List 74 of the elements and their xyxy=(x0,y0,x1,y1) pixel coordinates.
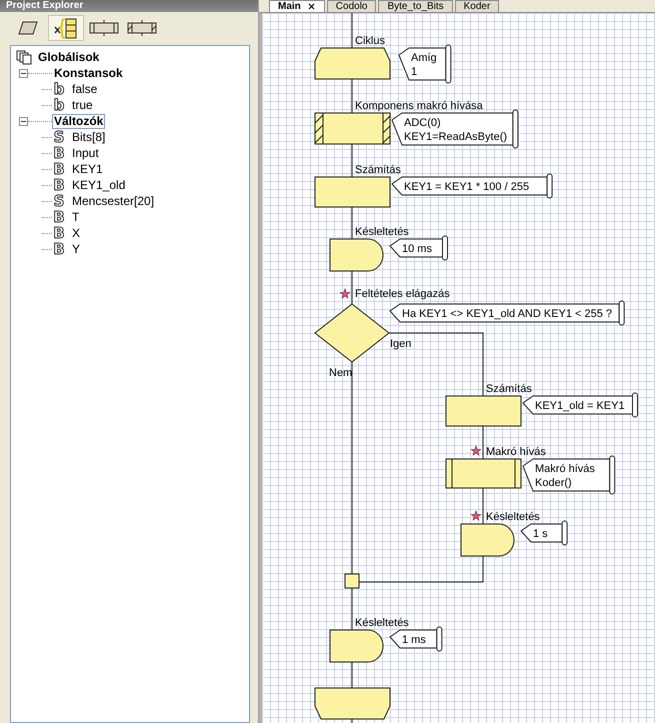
comment-text: 10 ms xyxy=(402,243,432,255)
tree-item[interactable]: KEY1 xyxy=(70,162,105,176)
comment-text: ADC(0) xyxy=(404,117,441,129)
tree-item[interactable]: false xyxy=(70,82,100,96)
comment-text: 1 s xyxy=(533,528,548,540)
calculation-block[interactable] xyxy=(446,396,522,426)
editor-tab[interactable]: Codolo xyxy=(326,0,376,12)
comment-callout xyxy=(389,236,448,260)
yes-label: Igen xyxy=(390,338,412,350)
explorer-tab[interactable] xyxy=(48,15,84,41)
comment-text: 1 ms xyxy=(402,634,426,646)
type-icon: b xyxy=(52,82,66,96)
tree-item[interactable]: true xyxy=(70,98,95,112)
loop-end-block[interactable] xyxy=(314,688,390,720)
type-icon: S xyxy=(52,194,66,208)
block-title: Számítás xyxy=(486,383,532,395)
editor-tab[interactable]: Main xyxy=(269,0,325,12)
comment-callout xyxy=(389,626,442,652)
pages-icon xyxy=(16,50,32,64)
comment-callout xyxy=(520,520,568,546)
type-icon: S xyxy=(52,130,66,144)
tree-item[interactable]: Változók xyxy=(52,114,106,128)
comment-text: Amíg xyxy=(411,52,437,64)
macro-call-block[interactable] xyxy=(446,458,522,488)
tree-item[interactable]: Globálisok xyxy=(36,50,102,64)
block-title: Makró hívás xyxy=(486,446,546,458)
comment-text: KEY1 = KEY1 * 100 / 255 xyxy=(404,181,530,193)
loop-start-block[interactable] xyxy=(314,48,390,80)
collapse-icon[interactable] xyxy=(19,116,28,126)
tree-item[interactable]: X xyxy=(70,226,82,240)
comment-text: KEY1_old = KEY1 xyxy=(535,400,625,412)
type-icon: B xyxy=(52,242,66,256)
decision-block[interactable] xyxy=(314,303,390,363)
block-title: Számítás xyxy=(355,164,401,176)
block-title: Késleltetés xyxy=(355,226,409,238)
delay-block[interactable] xyxy=(330,630,384,662)
tree-item[interactable]: Input xyxy=(70,146,101,160)
block-title: Ciklus xyxy=(355,35,385,47)
macro-block-icon xyxy=(89,20,119,36)
tree-item[interactable]: T xyxy=(70,210,82,224)
comment-text: Makró hívás xyxy=(535,463,595,475)
collapse-icon[interactable] xyxy=(19,68,28,78)
type-icon: b xyxy=(52,98,66,112)
type-icon: B xyxy=(52,210,66,224)
tree-item[interactable]: Y xyxy=(70,242,82,256)
component-block-icon xyxy=(127,20,157,36)
tree-item[interactable]: Mencsester[20] xyxy=(70,194,156,208)
block-title: Késleltetés xyxy=(355,617,409,629)
editor-tab[interactable]: Koder xyxy=(454,0,500,12)
comment-text: KEY1=ReadAsByte() xyxy=(404,131,508,143)
type-icon: B xyxy=(52,146,66,160)
comment-callout xyxy=(398,44,452,84)
no-label: Nem xyxy=(329,367,352,379)
comment-text: Koder() xyxy=(535,477,572,489)
parallelogram-icon xyxy=(18,21,38,35)
component-macro-block[interactable] xyxy=(314,112,390,144)
variables-icon xyxy=(53,17,79,39)
block-title: Feltételes elágazás xyxy=(355,288,450,300)
close-icon[interactable] xyxy=(306,2,316,11)
editor-tab[interactable]: Byte_to_Bits xyxy=(378,0,453,12)
comment-text: 1 xyxy=(411,66,418,78)
comment-text: Ha KEY1 <> KEY1_old AND KEY1 < 255 ? xyxy=(402,308,612,320)
tree-item[interactable]: KEY1_old xyxy=(70,178,128,192)
delay-block[interactable] xyxy=(460,524,514,556)
tree-item[interactable]: Bits[8] xyxy=(70,130,108,144)
tree-item[interactable]: Konstansok xyxy=(52,66,125,80)
delay-block[interactable] xyxy=(330,238,384,272)
type-icon: B xyxy=(52,226,66,240)
block-title: Komponens makró hívása xyxy=(355,100,483,112)
block-title: Késleltetés xyxy=(486,511,540,523)
type-icon: B xyxy=(52,178,66,192)
calculation-block[interactable] xyxy=(314,176,390,208)
panel-title: Project Explorer xyxy=(0,0,258,12)
type-icon: B xyxy=(52,162,66,176)
